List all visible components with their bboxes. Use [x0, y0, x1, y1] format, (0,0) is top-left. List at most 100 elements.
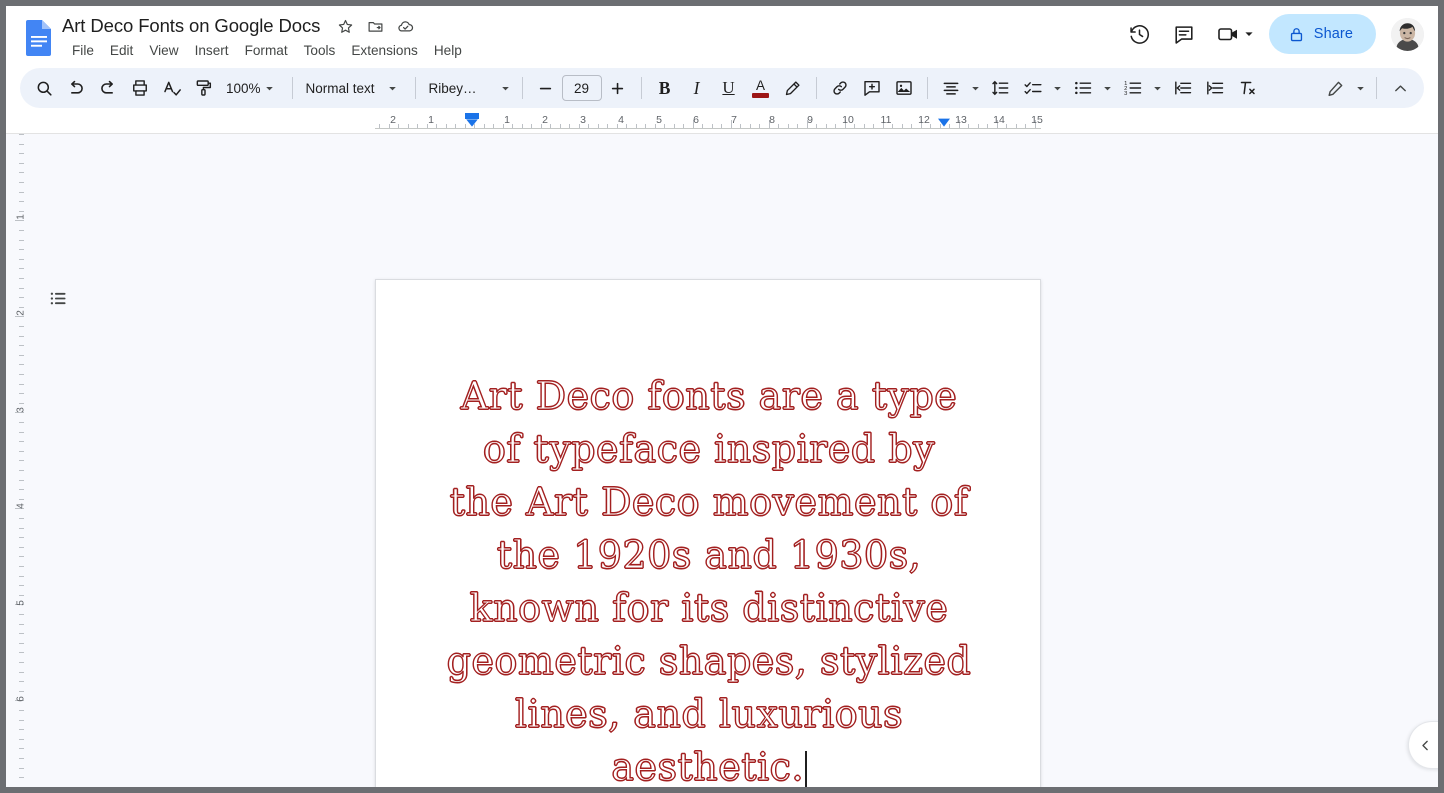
- increase-indent-icon[interactable]: [1199, 73, 1231, 103]
- search-icon[interactable]: [28, 73, 60, 103]
- document-outline-icon[interactable]: [44, 284, 72, 312]
- header-actions: Share: [1120, 14, 1424, 54]
- version-history-icon[interactable]: [1120, 14, 1160, 54]
- highlight-pen-icon[interactable]: [777, 73, 809, 103]
- chevron-down-icon[interactable]: [261, 73, 279, 103]
- ruler-number: 1: [428, 114, 434, 126]
- cloud-saved-icon[interactable]: [392, 13, 418, 39]
- meet-button[interactable]: [1208, 14, 1259, 54]
- menu-help[interactable]: Help: [426, 40, 470, 61]
- document-paragraph[interactable]: Art Deco fonts are a type of typeface in…: [446, 370, 972, 787]
- numbered-list-icon[interactable]: 123: [1117, 73, 1149, 103]
- google-docs-logo-icon[interactable]: [22, 18, 56, 56]
- star-icon[interactable]: [332, 13, 358, 39]
- ruler-tick: [19, 777, 24, 779]
- menu-insert[interactable]: Insert: [187, 40, 237, 61]
- svg-text:3: 3: [1124, 91, 1127, 97]
- decrease-indent-icon[interactable]: [1167, 73, 1199, 103]
- menu-extensions[interactable]: Extensions: [343, 40, 426, 61]
- bold-icon[interactable]: B: [649, 73, 681, 103]
- decrease-font-size-button[interactable]: [530, 73, 562, 103]
- chevron-up-icon[interactable]: [1384, 73, 1416, 103]
- horizontal-ruler[interactable]: 2 1 1 2 3 4 5 6 7 8 9 10 11 12 13 14 15: [375, 112, 1043, 134]
- chevron-down-icon[interactable]: [1049, 73, 1067, 103]
- document-page[interactable]: Art Deco fonts are a type of typeface in…: [375, 279, 1041, 787]
- clear-formatting-icon[interactable]: [1231, 73, 1263, 103]
- add-comment-icon[interactable]: [856, 73, 888, 103]
- ruler-tick: [19, 652, 24, 654]
- ruler-tick: [19, 566, 24, 567]
- zoom-value: 100%: [226, 80, 261, 96]
- ruler-tick: [19, 249, 24, 251]
- link-icon[interactable]: [824, 73, 856, 103]
- ruler-number: 2: [15, 310, 27, 316]
- text-color-swatch: [752, 92, 770, 98]
- ruler-tick: [19, 201, 24, 203]
- underline-icon[interactable]: U: [713, 73, 745, 103]
- ruler-tick: [19, 748, 24, 750]
- user-avatar[interactable]: [1391, 17, 1424, 51]
- undo-icon[interactable]: [60, 73, 92, 103]
- bulleted-list-icon[interactable]: [1067, 73, 1099, 103]
- menu-view[interactable]: View: [141, 40, 186, 61]
- spellcheck-icon[interactable]: [156, 73, 188, 103]
- line-spacing-icon[interactable]: [985, 73, 1017, 103]
- vertical-ruler[interactable]: 1 2 3 4 5 6: [6, 134, 28, 787]
- menu-tools[interactable]: Tools: [296, 40, 344, 61]
- ruler-tick: [19, 278, 24, 279]
- move-to-folder-icon[interactable]: [362, 13, 388, 39]
- chevron-down-icon[interactable]: [384, 73, 402, 103]
- document-title[interactable]: Art Deco Fonts on Google Docs: [62, 15, 320, 37]
- paragraph-style-control[interactable]: Normal text: [300, 73, 408, 103]
- left-indent-marker[interactable]: [463, 113, 481, 129]
- ruler-number: 3: [15, 406, 27, 413]
- toolbar-divider: [1376, 77, 1377, 99]
- chevron-down-icon[interactable]: [1149, 73, 1167, 103]
- zoom-control[interactable]: 100%: [220, 73, 285, 103]
- increase-font-size-button[interactable]: [602, 73, 634, 103]
- window-frame-right: [1438, 0, 1444, 793]
- menu-format[interactable]: Format: [237, 40, 296, 61]
- side-panel-toggle[interactable]: [1408, 721, 1438, 769]
- paint-format-icon[interactable]: [188, 73, 220, 103]
- insert-image-icon[interactable]: [888, 73, 920, 103]
- comment-history-icon[interactable]: [1164, 14, 1204, 54]
- ruler-tick: [19, 143, 24, 145]
- font-size-input[interactable]: 29: [561, 75, 602, 101]
- italic-icon[interactable]: I: [681, 73, 713, 103]
- toolbar-divider: [815, 77, 817, 99]
- toolbar-wrapper: 100% Normal text Ribey… 29 B I U A 1 2 3: [6, 66, 1438, 112]
- ruler-tick: [19, 681, 24, 683]
- right-indent-marker[interactable]: [936, 117, 952, 129]
- redo-icon[interactable]: [92, 73, 124, 103]
- font-family-control[interactable]: Ribey…: [423, 73, 497, 103]
- ruler-number: 7: [731, 114, 737, 126]
- checklist-icon[interactable]: [1017, 73, 1049, 103]
- ruler-number: 4: [15, 503, 27, 509]
- ruler-tick: [19, 306, 24, 308]
- ruler-tick: [19, 575, 24, 577]
- menu-edit[interactable]: Edit: [102, 40, 141, 61]
- align-center-icon[interactable]: [935, 73, 967, 103]
- share-button[interactable]: Share: [1268, 14, 1376, 54]
- chevron-left-icon: [1422, 740, 1428, 750]
- chevron-down-icon[interactable]: [1351, 73, 1369, 103]
- document-body[interactable]: Art Deco fonts are a type of typeface in…: [446, 370, 972, 787]
- menu-bar: File Edit View Insert Format Tools Exten…: [64, 40, 470, 61]
- edit-pencil-icon[interactable]: [1319, 73, 1351, 103]
- chevron-down-icon[interactable]: [1099, 73, 1117, 103]
- text-color-icon[interactable]: A: [745, 73, 777, 103]
- ruler-tick: [19, 470, 24, 471]
- ruler-number: 14: [993, 114, 1005, 126]
- chevron-down-icon[interactable]: [497, 73, 515, 103]
- ruler-tick: [19, 354, 24, 356]
- ruler-number: 8: [769, 114, 775, 126]
- ruler-number: 1: [15, 213, 27, 220]
- chevron-down-icon[interactable]: [967, 73, 985, 103]
- ruler-number: 6: [693, 114, 699, 126]
- editing-mode-control[interactable]: [1319, 73, 1369, 103]
- menu-file[interactable]: File: [64, 40, 102, 61]
- print-icon[interactable]: [124, 73, 156, 103]
- ruler-tick: [19, 326, 24, 327]
- ruler-tick: [19, 239, 24, 241]
